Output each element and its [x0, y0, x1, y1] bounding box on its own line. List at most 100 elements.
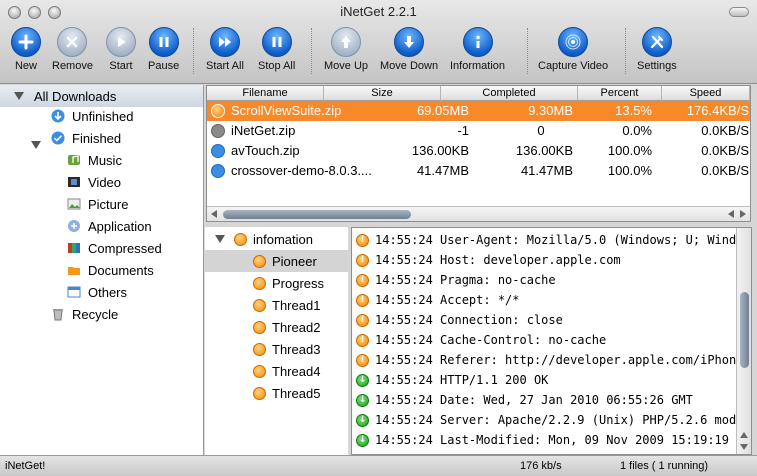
scroll-right-icon[interactable] — [740, 210, 746, 218]
thread-icon — [253, 254, 266, 268]
scroll-left-icon[interactable] — [211, 210, 217, 218]
info-tree-item-thread1[interactable]: Thread1 — [253, 294, 320, 316]
film-strip-icon — [66, 174, 82, 190]
table-row[interactable]: crossover-demo-8.0.3.... 41.47MB 41.47MB… — [207, 161, 750, 181]
checkmark-icon — [211, 144, 225, 158]
thread-icon — [253, 320, 266, 334]
sidebar-item-recycle[interactable]: Recycle — [50, 303, 118, 325]
application-icon — [66, 218, 82, 234]
info-icon — [234, 232, 247, 246]
info-tree-item-thread3[interactable]: Thread3 — [253, 338, 320, 360]
vertical-scrollbar[interactable] — [736, 228, 751, 454]
scroll-up-icon[interactable] — [740, 432, 748, 438]
column-header-size[interactable]: Size — [324, 86, 441, 101]
info-tree-item-thread5[interactable]: Thread5 — [253, 382, 320, 404]
column-header-filename[interactable]: Filename — [207, 86, 324, 101]
capture-video-button[interactable]: Capture Video — [538, 27, 608, 72]
sidebar-item-compressed[interactable]: Compressed — [66, 237, 162, 259]
sidebar-item-picture[interactable]: Picture — [66, 193, 128, 215]
pause-button[interactable]: Pause — [148, 27, 179, 72]
sidebar-item-documents[interactable]: Documents — [66, 259, 154, 281]
table-row[interactable]: ScrollViewSuite.zip 69.05MB 9.30MB 13.5%… — [207, 101, 750, 121]
remove-button[interactable]: Remove — [52, 27, 93, 72]
move-down-button[interactable]: Move Down — [380, 27, 438, 72]
toolbar-area: iNetGet 2.2.1 New Remove Start Pause Sta… — [0, 0, 757, 84]
log-entry: ! 14:55:24 Referer: http://developer.appl… — [352, 350, 736, 370]
toolbar-toggle-button[interactable] — [729, 7, 749, 17]
scrollbar-thumb[interactable] — [223, 210, 411, 219]
x-icon — [57, 27, 88, 57]
info-tree-item-progress[interactable]: Progress — [253, 272, 324, 294]
info-tree-item-thread4[interactable]: Thread4 — [253, 360, 320, 382]
arrow-down-icon: ↓ — [356, 413, 369, 427]
disclosure-triangle-icon[interactable] — [31, 141, 41, 149]
settings-button[interactable]: Settings — [637, 27, 677, 72]
log-entry: ! 14:55:24 Connection: close — [352, 310, 736, 330]
column-header-completed[interactable]: Completed — [441, 86, 578, 101]
status-files: 1 files ( 1 running) — [620, 460, 709, 472]
arrow-down-icon: ↓ — [356, 433, 369, 447]
info-tree-root[interactable]: infomation — [215, 228, 313, 250]
move-up-button[interactable]: Move Up — [324, 27, 368, 72]
scroll-left-icon[interactable] — [728, 210, 734, 218]
plus-icon — [11, 27, 41, 57]
new-button[interactable]: New — [11, 27, 41, 72]
info-icon: ! — [356, 333, 369, 347]
sidebar-item-application[interactable]: Application — [66, 215, 152, 237]
fast-forward-icon — [209, 27, 240, 57]
toolbar-separator — [193, 28, 194, 74]
information-button[interactable]: Information — [450, 27, 505, 72]
scroll-down-icon[interactable] — [740, 444, 748, 450]
sidebar-item-finished[interactable]: Finished — [31, 127, 121, 149]
toolbar-separator — [625, 28, 626, 74]
paused-icon — [211, 124, 225, 138]
column-header-percent[interactable]: Percent — [578, 86, 662, 101]
info-icon: ! — [356, 313, 369, 327]
toolbar-separator — [311, 28, 312, 74]
sidebar-item-others[interactable]: Others — [66, 281, 127, 303]
arrow-down-icon: ↓ — [356, 393, 369, 407]
log-entry: ! 14:55:24 Cache-Control: no-cache — [352, 330, 736, 350]
archive-icon — [66, 240, 82, 256]
horizontal-scrollbar[interactable] — [207, 206, 750, 221]
sidebar-item-video[interactable]: Video — [66, 171, 121, 193]
column-header-speed[interactable]: Speed — [662, 86, 750, 101]
log-entry: ↓ 14:55:24 Date: Wed, 27 Jan 2010 06:55:2… — [352, 390, 736, 410]
log-entry: ! 14:55:24 Host: developer.apple.com — [352, 250, 736, 270]
thread-icon — [253, 298, 266, 312]
sidebar-item-unfinished[interactable]: Unfinished — [50, 105, 133, 127]
info-icon: ! — [356, 233, 369, 247]
log-view[interactable]: ! 14:55:24 User-Agent: Mozilla/5.0 (Windo… — [351, 227, 752, 455]
sidebar-item-all-downloads[interactable]: All Downloads — [0, 85, 203, 107]
info-icon: ! — [356, 353, 369, 367]
thread-icon — [253, 364, 266, 378]
info-tree-item-thread2[interactable]: Thread2 — [253, 316, 320, 338]
sidebar-item-music[interactable]: Music — [66, 149, 122, 171]
log-entry: ! 14:55:24 User-Agent: Mozilla/5.0 (Windo… — [352, 230, 736, 250]
arrow-up-icon — [331, 27, 362, 57]
scrollbar-thumb[interactable] — [740, 292, 749, 368]
window-title: iNetGet 2.2.1 — [340, 4, 417, 19]
disclosure-triangle-icon[interactable] — [14, 92, 24, 100]
stop-all-button[interactable]: Stop All — [258, 27, 295, 72]
table-row[interactable]: iNetGet.zip -1 0 0.0% 0.0KB/S — [207, 121, 750, 141]
arrow-down-icon — [394, 27, 425, 57]
info-tree-item-pioneer[interactable]: Pioneer — [205, 250, 348, 272]
status-speed: 176 kb/s — [520, 460, 562, 472]
download-arrow-icon — [50, 108, 66, 124]
start-button[interactable]: Start — [106, 27, 136, 72]
folder-icon — [66, 262, 82, 278]
info-icon — [462, 27, 493, 57]
thread-icon — [253, 276, 266, 290]
disclosure-triangle-icon[interactable] — [215, 235, 225, 243]
start-all-button[interactable]: Start All — [206, 27, 244, 72]
downloads-table[interactable]: Filename Size Completed Percent Speed Sc… — [206, 85, 751, 222]
status-app-name: iNetGet! — [5, 460, 46, 472]
log-entry: ! 14:55:24 Accept: */* — [352, 290, 736, 310]
log-entry: ↓ 14:55:24 Server: Apache/2.2.9 (Unix) PH… — [352, 410, 736, 430]
table-row[interactable]: avTouch.zip 136.00KB 136.00KB 100.0% 0.0… — [207, 141, 750, 161]
radar-icon — [558, 27, 589, 57]
log-entry: ! 14:55:24 Pragma: no-cache — [352, 270, 736, 290]
arrow-down-icon: ↓ — [356, 373, 369, 387]
downloading-icon — [211, 104, 225, 118]
